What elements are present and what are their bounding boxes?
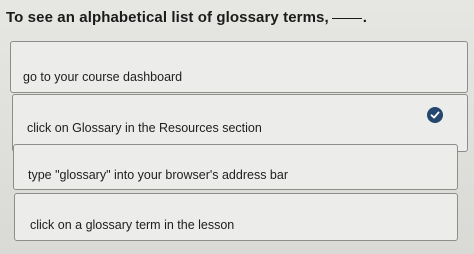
answer-option-label: go to your course dashboard — [23, 70, 183, 84]
quiz-page: To see an alphabetical list of glossary … — [0, 0, 474, 254]
question-text: To see an alphabetical list of glossary … — [6, 9, 329, 26]
check-circle-icon — [427, 107, 443, 123]
answer-option-1[interactable]: go to your course dashboard — [10, 41, 468, 93]
question-period: . — [362, 9, 368, 26]
answer-option-label: type "glossary" into your browser's addr… — [28, 168, 288, 182]
question-prompt: To see an alphabetical list of glossary … — [6, 9, 367, 26]
answer-option-label: click on Glossary in the Resources secti… — [27, 121, 262, 135]
answer-blank — [331, 18, 362, 19]
answer-option-4[interactable]: click on a glossary term in the lesson — [14, 193, 458, 241]
answer-option-label: click on a glossary term in the lesson — [30, 218, 235, 232]
answer-option-3[interactable]: type "glossary" into your browser's addr… — [13, 144, 458, 190]
